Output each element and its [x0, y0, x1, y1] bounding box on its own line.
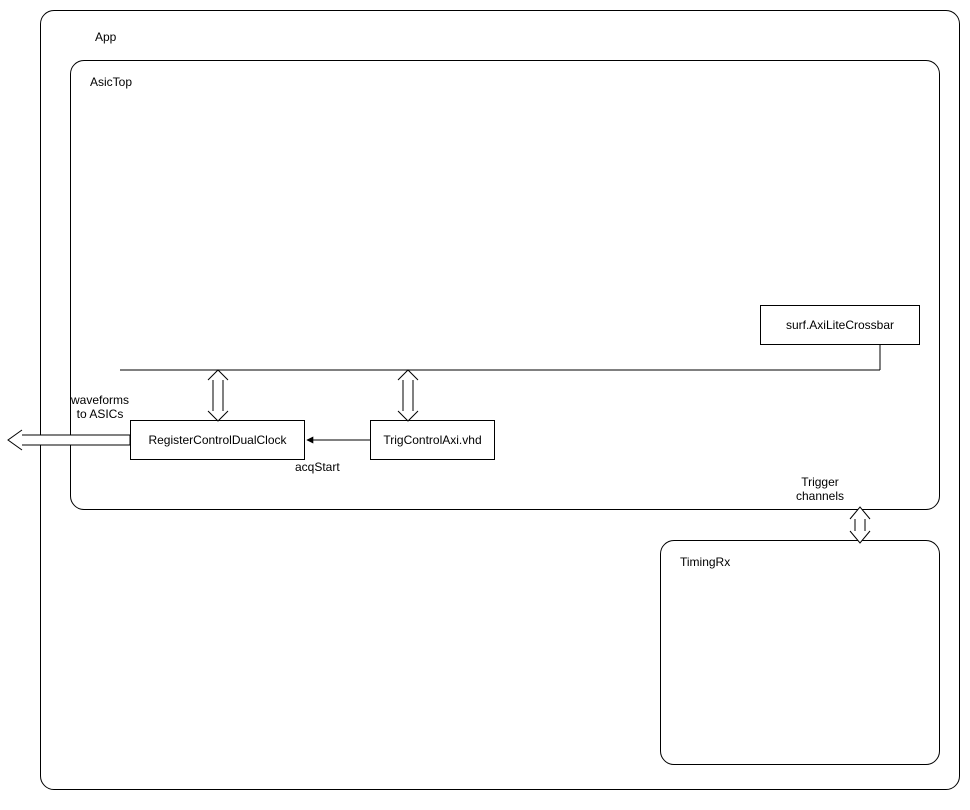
regctrl-block: RegisterControlDualClock	[130, 420, 305, 460]
waveforms-label: waveforms to ASICs	[60, 393, 140, 422]
regctrl-label: RegisterControlDualClock	[148, 433, 286, 447]
timingrx-container	[660, 540, 940, 765]
trigctrl-block: TrigControlAxi.vhd	[370, 420, 495, 460]
crossbar-block: surf.AxiLiteCrossbar	[760, 305, 920, 345]
triggerchannels-label: Trigger channels	[790, 475, 850, 504]
acqstart-label: acqStart	[295, 460, 340, 474]
asictop-title: AsicTop	[90, 75, 132, 89]
diagram-stage: App AsicTop surf.AxiLiteCrossbar Registe…	[0, 0, 970, 810]
timingrx-title: TimingRx	[680, 555, 730, 569]
trigctrl-label: TrigControlAxi.vhd	[383, 433, 481, 447]
app-title: App	[95, 30, 116, 44]
crossbar-label: surf.AxiLiteCrossbar	[786, 318, 894, 332]
